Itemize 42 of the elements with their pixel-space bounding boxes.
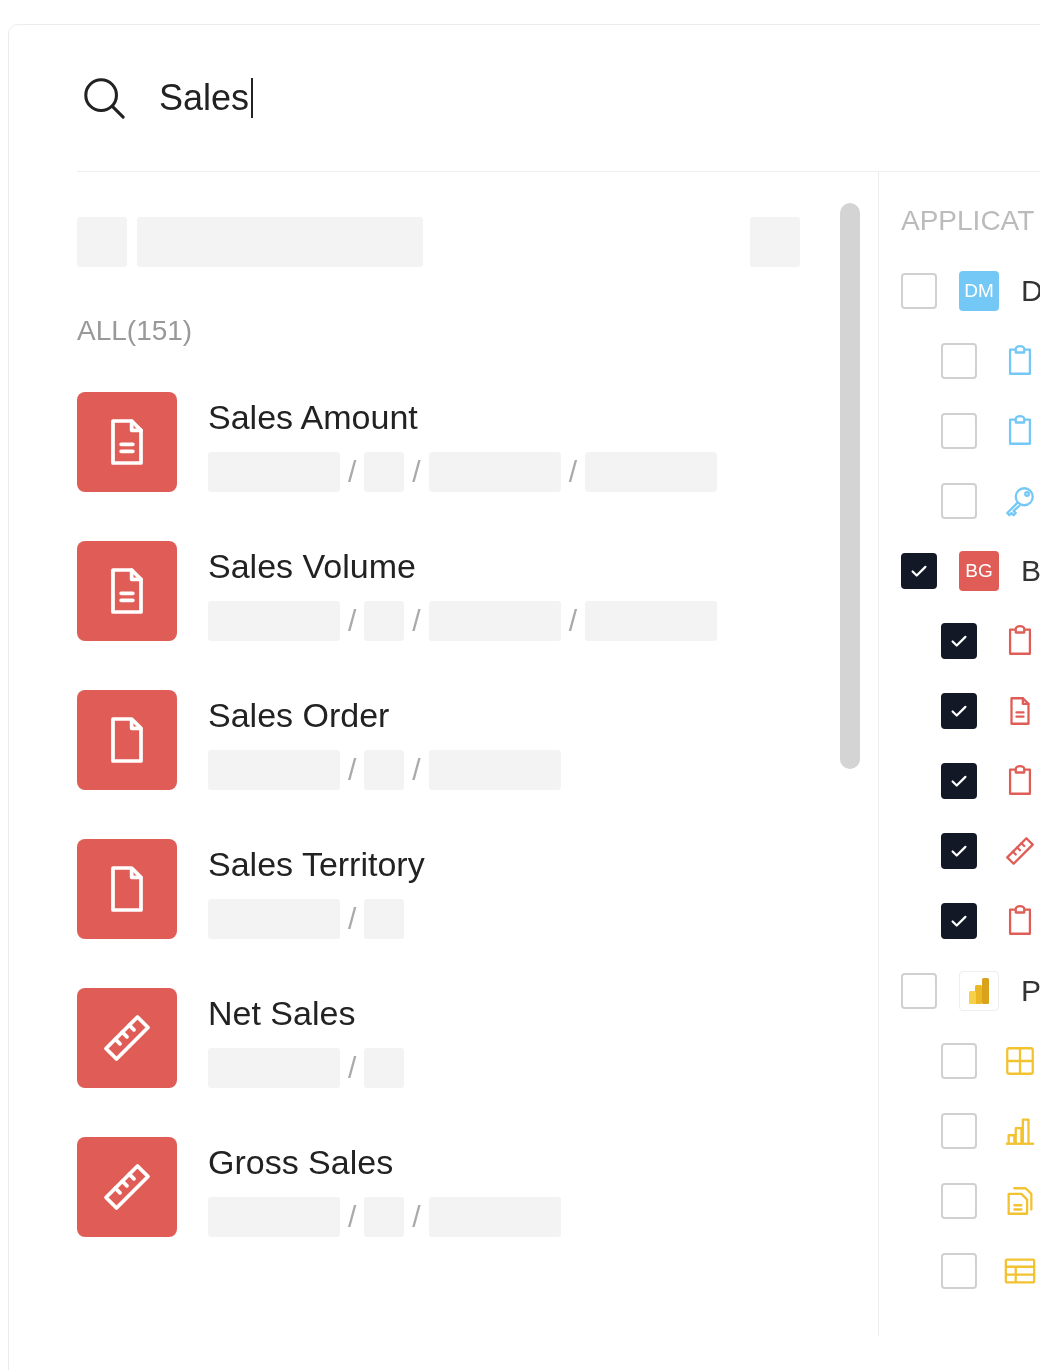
path-separator: / [348, 604, 357, 638]
checkbox[interactable] [941, 623, 977, 659]
app-logo [959, 971, 999, 1011]
search-field[interactable]: Sales [159, 73, 254, 123]
checkbox[interactable] [941, 693, 977, 729]
section-heading: ALL(151) [77, 315, 194, 347]
result-item[interactable]: Sales Amount / / / [77, 392, 800, 492]
path-separator: / [348, 455, 357, 489]
scrollbar-thumb[interactable] [840, 203, 860, 769]
result-item[interactable]: Sales Territory / [77, 839, 800, 939]
checkbox[interactable] [901, 553, 937, 589]
path-separator: / [412, 455, 421, 489]
result-title: Gross Sales [208, 1142, 395, 1182]
search-icon [81, 75, 127, 121]
result-title: Sales Volume [208, 546, 417, 586]
app-badge: BG [959, 551, 999, 591]
result-title: Sales Amount [208, 397, 419, 437]
checkbox[interactable] [941, 833, 977, 869]
path-separator: / [412, 1200, 421, 1234]
app-name: P [1021, 974, 1040, 1008]
result-title: Sales Territory [208, 844, 425, 884]
section-heading: APPLICAT [901, 204, 1036, 238]
result-item[interactable]: Sales Order / / [77, 690, 800, 790]
checkbox[interactable] [941, 903, 977, 939]
ruler-icon [1003, 834, 1037, 868]
path-separator: / [412, 753, 421, 787]
result-item[interactable]: Net Sales / [77, 988, 800, 1088]
path-separator: / [348, 1051, 357, 1085]
app-name: B [1021, 554, 1040, 588]
result-title: Net Sales [208, 993, 357, 1033]
app-badge: DM [959, 271, 999, 311]
checkbox[interactable] [941, 763, 977, 799]
path-separator: / [412, 604, 421, 638]
path-separator: / [348, 902, 357, 936]
path-separator: / [348, 1200, 357, 1234]
path-separator: / [348, 753, 357, 787]
path-separator: / [568, 604, 578, 638]
path-separator: / [568, 455, 578, 489]
result-title: Sales Order [208, 695, 391, 735]
result-item[interactable]: Sales Volume / / / [77, 541, 800, 641]
result-item[interactable]: Gross Sales / / [77, 1137, 800, 1237]
key-icon [1003, 484, 1037, 518]
